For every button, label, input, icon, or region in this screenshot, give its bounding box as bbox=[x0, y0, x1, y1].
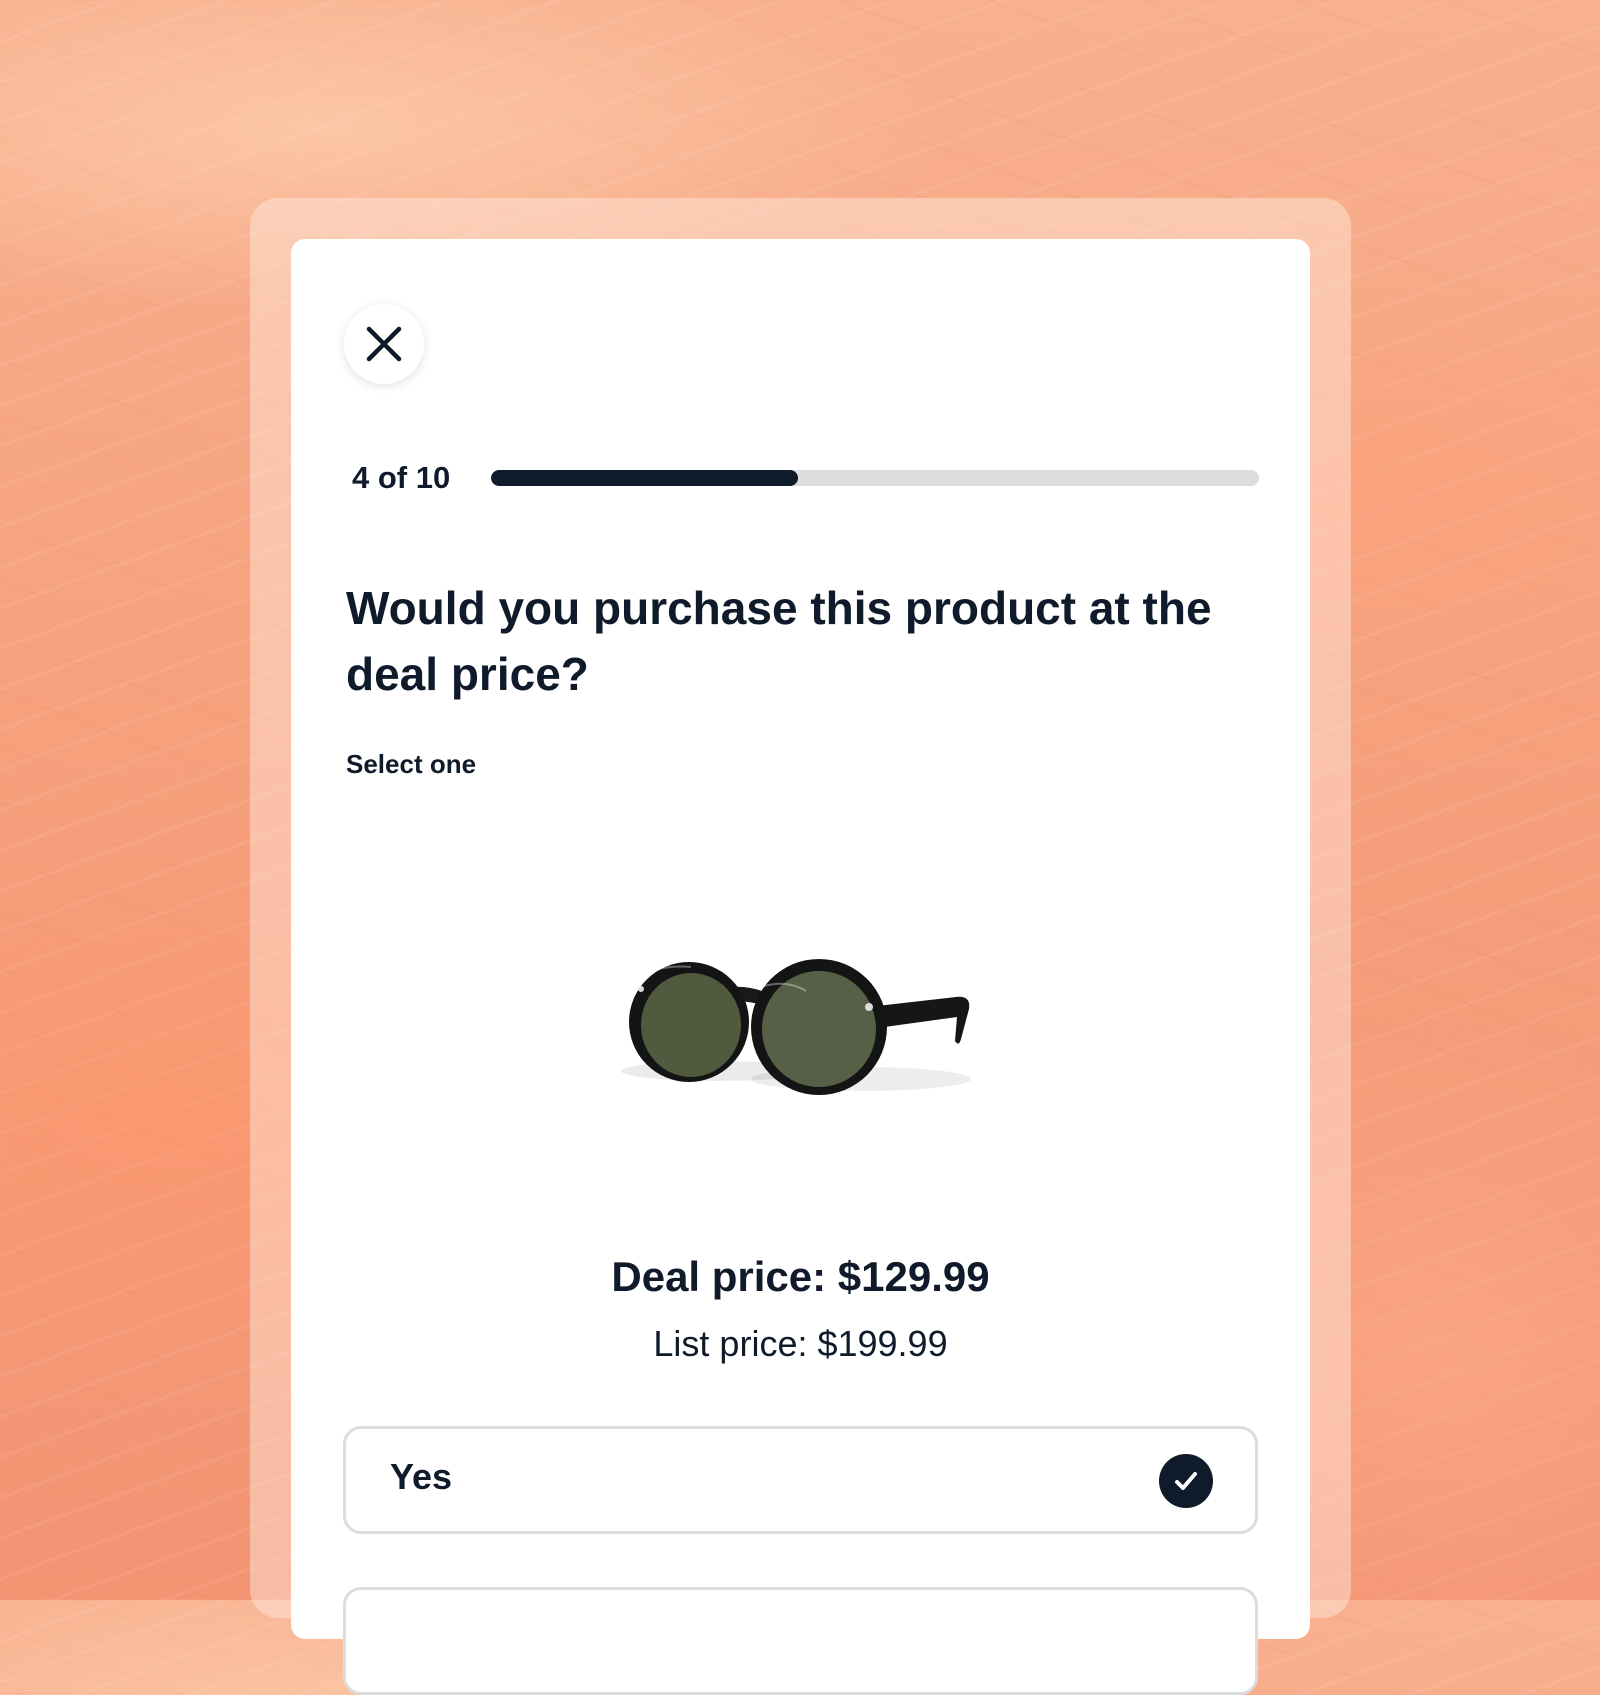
close-icon bbox=[366, 326, 402, 362]
sunglasses-icon bbox=[621, 959, 971, 1095]
close-button[interactable] bbox=[344, 304, 424, 384]
list-price: List price: $199.99 bbox=[653, 1323, 948, 1364]
progress-label: 4 of 10 bbox=[352, 460, 451, 495]
option-label: Yes bbox=[390, 1456, 453, 1497]
select-hint: Select one bbox=[346, 749, 477, 779]
option-yes[interactable]: Yes bbox=[343, 1426, 1258, 1534]
check-icon bbox=[1175, 1472, 1197, 1490]
option-second[interactable] bbox=[343, 1587, 1258, 1695]
deal-price: Deal price: $129.99 bbox=[611, 1253, 990, 1300]
selected-check bbox=[1159, 1454, 1213, 1508]
survey-card: 4 of 10 Would you purchase this product … bbox=[291, 239, 1310, 1695]
question-title: Would you purchase this product at the d… bbox=[346, 582, 1212, 700]
progress-bar-fill bbox=[491, 470, 799, 486]
progress-bar bbox=[491, 470, 1259, 486]
